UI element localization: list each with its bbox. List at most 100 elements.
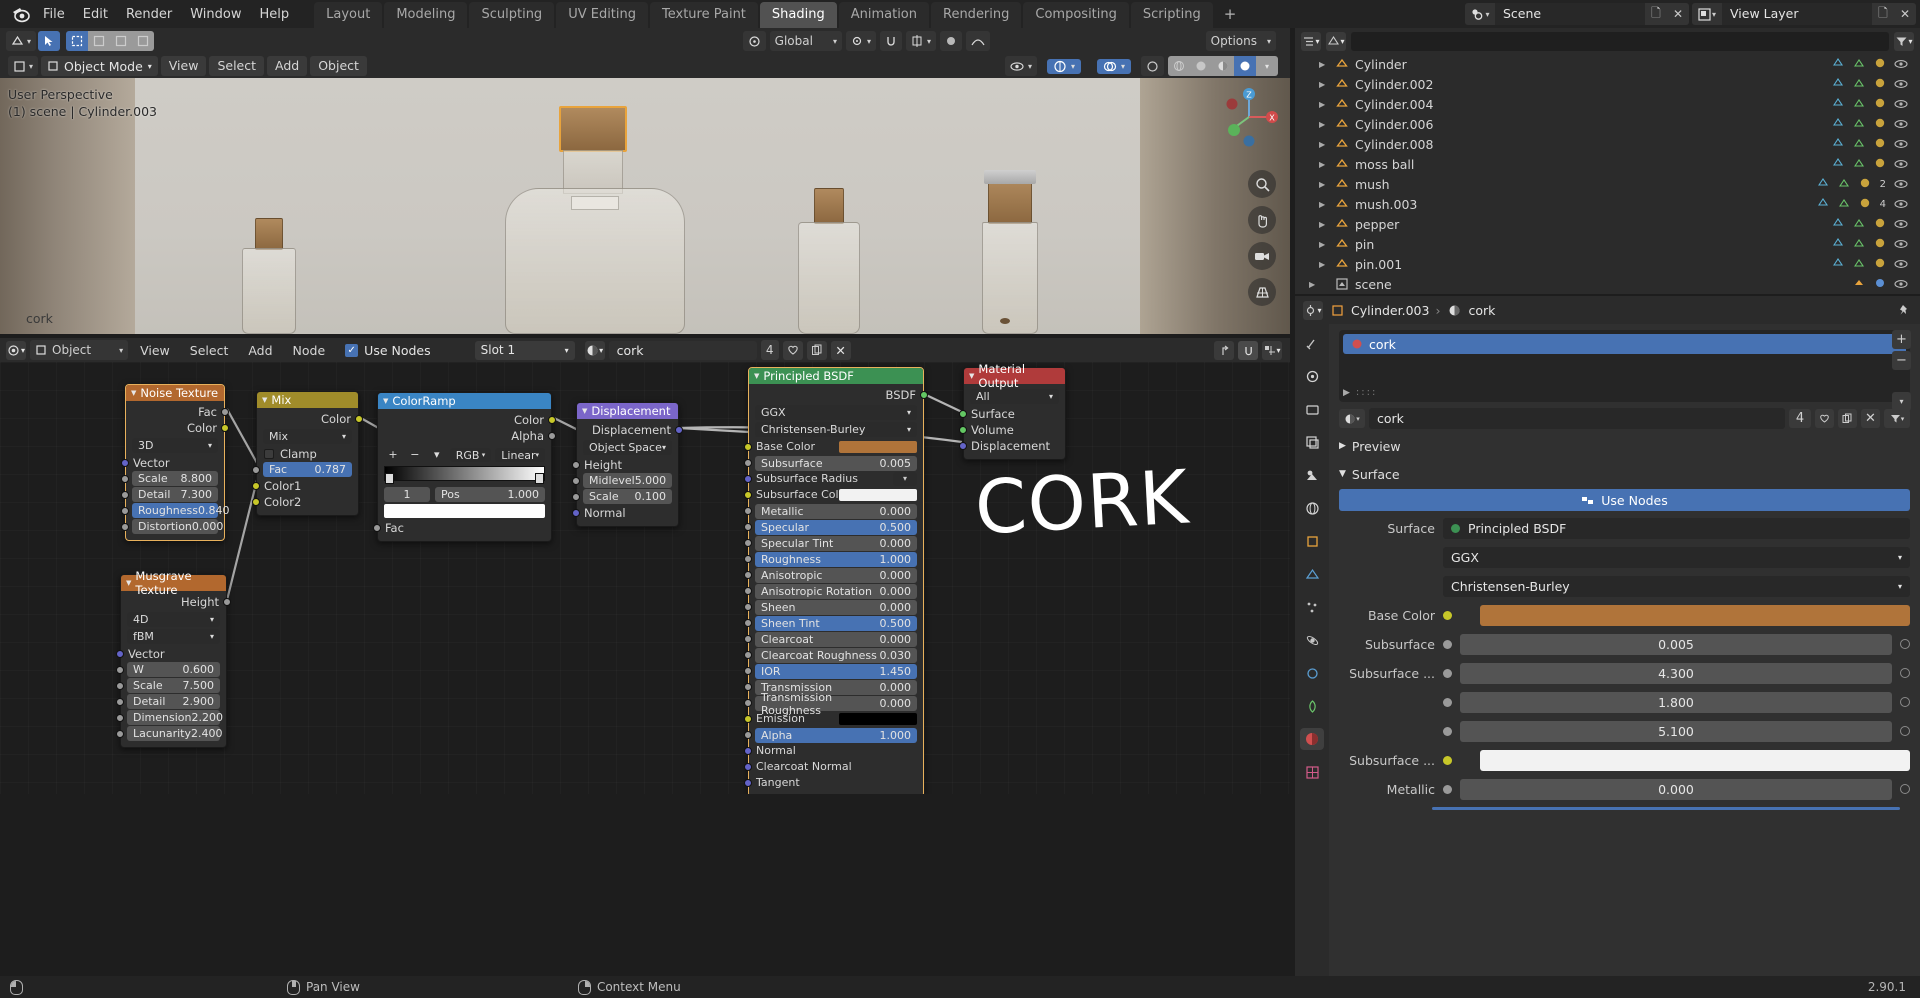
node-dropdown[interactable]: GGX ▾ <box>755 405 917 420</box>
tab-modifiers[interactable] <box>1300 563 1324 585</box>
workspace-tab-texture-paint[interactable]: Texture Paint <box>650 2 758 28</box>
node-noise[interactable]: ▼ Noise Texture Fac Color 3D ▾ Vector Scale 8.80… <box>121 384 230 541</box>
material-slot-menu-button[interactable]: ▾ <box>1892 392 1911 411</box>
socket-icon[interactable] <box>959 426 967 434</box>
mix-fac-row[interactable]: Fac 0.787 <box>252 462 358 478</box>
colorramp-color-mode[interactable]: RGB ▾ <box>449 448 492 462</box>
properties-use-nodes-button[interactable]: Use Nodes <box>1339 489 1910 511</box>
property-number-field[interactable]: 1.800 <box>1460 691 1892 713</box>
material-shading-icon[interactable] <box>1212 56 1234 76</box>
mesh-data-icon[interactable] <box>1832 117 1844 132</box>
node-input-volume[interactable]: Volume <box>959 422 1065 438</box>
ramp-menu-button[interactable]: ▾ <box>428 448 446 462</box>
socket-icon[interactable] <box>744 539 752 547</box>
socket-icon[interactable] <box>744 683 752 691</box>
material-users-count[interactable]: 4 <box>760 340 779 360</box>
camera-view-icon[interactable] <box>1248 242 1276 270</box>
socket-icon[interactable] <box>116 730 124 738</box>
expand-arrow-icon[interactable]: ▶ <box>1319 260 1325 269</box>
value-field[interactable]: Subsurface 0.005 <box>755 456 917 471</box>
bsdf-prop-anisotropic[interactable]: Anisotropic 0.000 <box>744 567 923 583</box>
tweak-tool-icon[interactable] <box>38 31 61 51</box>
bsdf-prop-alpha[interactable]: Alpha 1.000 <box>744 727 923 743</box>
value-field[interactable]: Clearcoat Roughness 0.030 <box>755 648 917 663</box>
transform-pivot-icon[interactable] <box>742 31 766 51</box>
ramp-stop-index[interactable]: 1 <box>384 487 430 502</box>
snap-node-target-icon[interactable]: ▾ <box>1262 340 1282 360</box>
socket-icon[interactable] <box>221 424 229 432</box>
property-node-value[interactable]: Principled BSDF <box>1443 517 1910 539</box>
navigation-gizmo[interactable]: Z X <box>1218 86 1280 148</box>
material-browse-icon[interactable]: ▾ <box>584 340 605 360</box>
node-dropdown[interactable]: Mix ▾ <box>263 429 352 444</box>
field-roughness[interactable]: Roughness 0.840 <box>121 503 230 519</box>
workspace-tab-sculpting[interactable]: Sculpting <box>469 2 555 28</box>
editor-type-button[interactable]: ▾ <box>6 31 37 51</box>
workspace-tab-layout[interactable]: Layout <box>314 2 383 28</box>
property-scroll-indicator[interactable] <box>1431 807 1900 810</box>
mesh-data-icon[interactable] <box>1817 197 1829 212</box>
socket-icon[interactable] <box>920 391 928 399</box>
bsdf-prop-clearcoat-roughness[interactable]: Clearcoat Roughness 0.030 <box>744 647 923 663</box>
mesh-data-icon[interactable] <box>1832 57 1844 72</box>
socket-icon[interactable] <box>121 475 129 483</box>
bsdf-prop-emission[interactable]: Emission <box>744 711 923 727</box>
new-material-icon[interactable] <box>806 340 827 360</box>
workspace-tab-scripting[interactable]: Scripting <box>1130 2 1213 28</box>
bsdf-prop-sheen-tint[interactable]: Sheen Tint 0.500 <box>744 615 923 631</box>
value-field[interactable]: Transmission Roughness 0.000 <box>755 691 917 717</box>
node-header-noise[interactable]: ▼ Noise Texture <box>126 385 224 401</box>
interaction-mode-select[interactable]: Object Mode ▾ <box>41 56 158 76</box>
workspace-tab-compositing[interactable]: Compositing <box>1023 2 1129 28</box>
tab-tool[interactable] <box>1300 332 1324 354</box>
modifier-icon[interactable] <box>1853 157 1865 172</box>
bsdf-prop-anisotropic-rotation[interactable]: Anisotropic Rotation 0.000 <box>744 583 923 599</box>
collapse-triangle-icon[interactable]: ▼ <box>262 396 267 404</box>
socket-icon[interactable] <box>121 459 129 467</box>
add-workspace-button[interactable]: + <box>1215 1 1246 27</box>
expand-arrow-icon[interactable]: ▶ <box>1319 240 1325 249</box>
3d-viewport[interactable]: User Perspective (1) scene | Cylinder.00… <box>0 78 1290 334</box>
tab-view-layer[interactable] <box>1300 431 1324 453</box>
value-field[interactable]: Scale 0.100 <box>583 489 672 504</box>
mesh-data-icon[interactable] <box>1817 177 1829 192</box>
bsdf-prop-transmission-roughness[interactable]: Transmission Roughness 0.000 <box>744 691 923 717</box>
property-dropdown[interactable]: Christensen-Burley ▾ <box>1443 575 1910 597</box>
socket-icon[interactable] <box>744 555 752 563</box>
select-lasso-icon[interactable] <box>110 31 133 51</box>
modifier-icon[interactable] <box>1838 197 1850 212</box>
select-mode-group[interactable] <box>66 31 155 51</box>
tab-texture[interactable] <box>1300 761 1324 783</box>
ramp-stop-left[interactable] <box>385 473 394 484</box>
animate-property-dot[interactable] <box>1900 639 1910 649</box>
clamp-checkbox-row[interactable]: Clamp <box>257 446 358 462</box>
expand-arrow-icon[interactable]: ▶ <box>1319 180 1325 189</box>
animate-property-dot[interactable] <box>1900 726 1910 736</box>
expand-arrow-icon[interactable]: ▶ <box>1319 220 1325 229</box>
socket-icon[interactable] <box>116 682 124 690</box>
node-output[interactable]: ▼ Material Output All ▾ Surface Volume Displac… <box>959 362 1066 460</box>
visibility-eye-icon[interactable] <box>1894 217 1908 232</box>
zoom-tool-icon[interactable] <box>1248 170 1276 198</box>
show-gizmo-toggle[interactable]: ▾ <box>1046 58 1081 74</box>
node-output-bsdf[interactable]: BSDF <box>749 387 928 403</box>
property-number-field[interactable]: 0.000 <box>1460 778 1892 800</box>
blender-logo-icon[interactable] <box>8 3 34 25</box>
value-field[interactable]: Anisotropic Rotation 0.000 <box>755 584 917 599</box>
socket-icon[interactable] <box>744 779 752 787</box>
menu-render[interactable]: Render <box>117 4 181 25</box>
world-icon[interactable] <box>1874 277 1886 292</box>
node-colorramp[interactable]: ▼ ColorRamp Color Alpha + − ▾ RGB ▾ Linear ▾ 1 Pos 1.… <box>373 392 556 542</box>
field-scale[interactable]: Scale 0.100 <box>572 489 678 505</box>
tab-world[interactable] <box>1300 497 1324 519</box>
outliner-row[interactable]: ▶ mush 2 <box>1295 174 1920 194</box>
material-browse-button[interactable]: ▾ <box>1339 409 1365 428</box>
animate-property-dot[interactable] <box>1900 784 1910 794</box>
tab-render[interactable] <box>1300 365 1324 387</box>
solid-shading-icon[interactable] <box>1190 56 1212 76</box>
editor-type-button-2[interactable]: ▾ <box>8 56 39 76</box>
proportional-edit-icon[interactable] <box>940 31 962 51</box>
property-socket-dot[interactable] <box>1443 755 1452 765</box>
socket-icon[interactable] <box>252 498 260 506</box>
outliner-row[interactable]: ▶ pin.001 <box>1295 254 1920 274</box>
